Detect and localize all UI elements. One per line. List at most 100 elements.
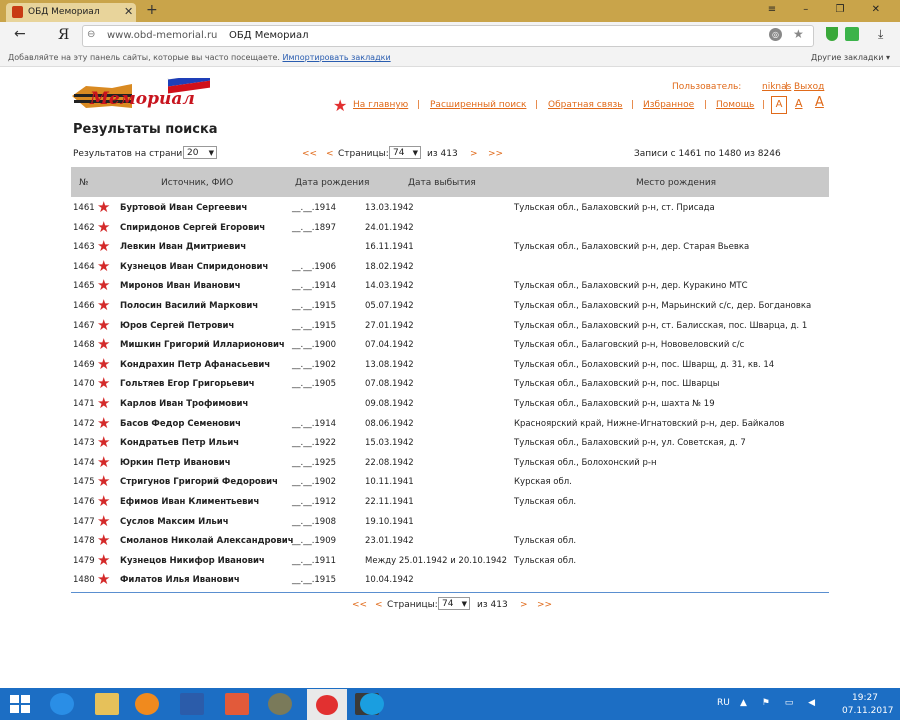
table-row[interactable]: 1462 Спиридонов Сергей Егорович __.__.1897… xyxy=(71,218,829,238)
row-name-link[interactable]: Юров Сергей Петрович xyxy=(120,321,234,331)
address-bar[interactable]: ⊖ www.obd-memorial.ru ОБД Мемориал ◎ ★ xyxy=(82,25,814,47)
font-size-small-button[interactable]: A xyxy=(771,96,787,114)
table-row[interactable]: 1465 Миронов Иван Иванович __.__.1914 14.03… xyxy=(71,276,829,296)
table-row[interactable]: 1478 Смоланов Николай Александрович __.__.… xyxy=(71,531,829,551)
page-select[interactable]: 74 ▼ xyxy=(438,597,470,610)
last-page-link[interactable]: >> xyxy=(488,149,503,159)
windows-start-icon[interactable] xyxy=(10,695,30,713)
extension-icon[interactable] xyxy=(845,27,859,41)
red-star-icon: ★ xyxy=(97,237,111,256)
next-page-link[interactable]: > xyxy=(520,600,528,610)
next-page-link[interactable]: > xyxy=(470,149,478,159)
row-number: 1464 xyxy=(73,261,95,272)
file-explorer-icon[interactable] xyxy=(95,693,119,715)
row-name-link[interactable]: Суслов Максим Ильич xyxy=(120,517,229,527)
prev-page-link[interactable]: < xyxy=(326,149,334,159)
back-button[interactable]: ← xyxy=(14,26,26,42)
first-page-link[interactable]: << xyxy=(302,149,317,159)
table-row[interactable]: 1477 Суслов Максим Ильич __.__.1908 19.10.1… xyxy=(71,512,829,532)
new-tab-button[interactable]: + xyxy=(146,2,158,18)
row-number: 1463 xyxy=(73,242,95,253)
last-page-link[interactable]: >> xyxy=(537,600,552,610)
word-icon[interactable] xyxy=(180,693,204,715)
row-name-link[interactable]: Юркин Петр Иванович xyxy=(120,458,231,468)
yandex-browser-taskbar-button[interactable] xyxy=(307,689,347,720)
row-name-link[interactable]: Кондрахин Петр Афанасьевич xyxy=(120,360,270,370)
table-row[interactable]: 1463 Левкин Иван Дмитриевич 16.11.1941 Туль… xyxy=(71,237,829,257)
nav-help-link[interactable]: Помощь xyxy=(716,100,754,110)
red-star-icon: ★ xyxy=(97,296,111,314)
row-name-link[interactable]: Басов Федор Семенович xyxy=(120,419,241,429)
table-row[interactable]: 1461 Буртовой Иван Сергеевич __.__.1914 13.… xyxy=(71,198,829,218)
row-name-link[interactable]: Кондратьев Петр Ильич xyxy=(120,438,239,448)
row-name-link[interactable]: Стригунов Григорий Федорович xyxy=(120,477,278,487)
row-name-link[interactable]: Смоланов Николай Александрович xyxy=(120,536,294,546)
row-name-link[interactable]: Буртовой Иван Сергеевич xyxy=(120,203,247,213)
film-reel-icon[interactable] xyxy=(268,693,292,715)
row-birth-place: Тульская обл., Балаховский р-н, Марьинск… xyxy=(514,301,812,311)
nav-feedback-link[interactable]: Обратная связь xyxy=(548,100,623,110)
yandex-logo[interactable]: Я xyxy=(58,27,69,43)
table-row[interactable]: 1480 Филатов Илья Иванович __.__.1915 10.04… xyxy=(71,570,829,590)
bookmark-star-icon[interactable]: ★ xyxy=(793,27,804,41)
row-name-link[interactable]: Ефимов Иван Климентьевич xyxy=(120,497,259,507)
nav-advanced-search-link[interactable]: Расширенный поиск xyxy=(430,100,526,110)
table-row[interactable]: 1472 Басов Федор Семенович __.__.1914 08.06… xyxy=(71,414,829,434)
nav-favorites-link[interactable]: Избранное xyxy=(643,100,694,110)
skype-icon[interactable] xyxy=(360,693,384,715)
prev-page-link[interactable]: < xyxy=(375,600,383,610)
url-page-title: ОБД Мемориал xyxy=(229,30,309,41)
row-name-link[interactable]: Кузнецов Иван Спиридонович xyxy=(120,262,268,272)
language-indicator[interactable]: RU xyxy=(717,698,730,708)
table-row[interactable]: 1469 Кондрахин Петр Афанасьевич __.__.1902… xyxy=(71,355,829,375)
page-select[interactable]: 74 ▼ xyxy=(389,146,421,159)
row-name-link[interactable]: Филатов Илья Иванович xyxy=(120,575,240,585)
table-row[interactable]: 1470 Гольтяев Егор Григорьевич __.__.1905 0… xyxy=(71,374,829,394)
row-name-link[interactable]: Спиридонов Сергей Егорович xyxy=(120,223,265,233)
tab-close-icon[interactable]: ✕ xyxy=(124,5,133,18)
row-name-link[interactable]: Полосин Василий Маркович xyxy=(120,301,258,311)
table-row[interactable]: 1464 Кузнецов Иван Спиридонович __.__.1906… xyxy=(71,257,829,277)
table-row[interactable]: 1479 Кузнецов Никифор Иванович __.__.1911 М… xyxy=(71,551,829,571)
translate-icon[interactable]: ◎ xyxy=(769,28,782,41)
row-name-link[interactable]: Карлов Иван Трофимович xyxy=(120,399,248,409)
import-bookmarks-link[interactable]: Импортировать закладки xyxy=(282,53,390,62)
nav-home-link[interactable]: На главную xyxy=(353,100,408,110)
row-name-link[interactable]: Мишкин Григорий Илларионович xyxy=(120,340,285,350)
row-name-link[interactable]: Левкин Иван Дмитриевич xyxy=(120,242,246,252)
row-number: 1476 xyxy=(73,497,95,507)
clock-time[interactable]: 19:27 xyxy=(852,693,878,703)
table-row[interactable]: 1471 Карлов Иван Трофимович 09.08.1942 Туль… xyxy=(71,394,829,414)
red-star-icon: ★ xyxy=(97,472,111,491)
clock-date[interactable]: 07.11.2017 xyxy=(842,706,894,716)
media-player-icon[interactable] xyxy=(135,693,159,715)
browser-tab[interactable]: ОБД Мемориал ✕ xyxy=(6,3,136,22)
row-birth-date: __.__.1914 xyxy=(292,203,337,213)
yandex-icon[interactable] xyxy=(225,693,249,715)
font-size-large-button[interactable]: A xyxy=(815,95,824,110)
table-row[interactable]: 1473 Кондратьев Петр Ильич __.__.1922 15.03… xyxy=(71,433,829,453)
table-row[interactable]: 1476 Ефимов Иван Климентьевич __.__.1912 22… xyxy=(71,492,829,512)
window-controls[interactable]: ≡ – ❐ ✕ xyxy=(768,4,892,15)
per-page-select[interactable]: 20 ▼ xyxy=(183,146,217,159)
system-tray-icons[interactable]: ▲ ⚑ ▭ ◀ xyxy=(740,698,821,708)
row-birth-date: __.__.1909 xyxy=(292,536,337,547)
download-icon[interactable]: ⤓ xyxy=(878,27,883,42)
font-size-medium-button[interactable]: A xyxy=(795,97,803,110)
ie-browser-icon[interactable] xyxy=(50,693,74,715)
row-name-link[interactable]: Миронов Иван Иванович xyxy=(120,281,241,291)
table-row[interactable]: 1474 Юркин Петр Иванович __.__.1925 22.08.1… xyxy=(71,453,829,473)
memorial-logo[interactable]: Мемориал xyxy=(72,78,212,114)
table-row[interactable]: 1467 Юров Сергей Петрович __.__.1915 27.01.… xyxy=(71,316,829,336)
row-name-link[interactable]: Гольтяев Егор Григорьевич xyxy=(120,379,255,389)
table-row[interactable]: 1468 Мишкин Григорий Илларионович __.__.19… xyxy=(71,335,829,355)
table-row[interactable]: 1466 Полосин Василий Маркович __.__.1915 05… xyxy=(71,296,829,316)
home-star-icon[interactable]: ★ xyxy=(333,96,347,115)
table-row[interactable]: 1475 Стригунов Григорий Федорович __.__.19… xyxy=(71,472,829,492)
first-page-link[interactable]: << xyxy=(352,600,367,610)
protect-shield-icon[interactable] xyxy=(826,27,838,41)
url-host[interactable]: www.obd-memorial.ru xyxy=(107,30,217,41)
logout-link[interactable]: Выход xyxy=(794,82,824,92)
row-name-link[interactable]: Кузнецов Никифор Иванович xyxy=(120,556,265,566)
other-bookmarks-button[interactable]: Другие закладки ▾ xyxy=(811,53,890,62)
